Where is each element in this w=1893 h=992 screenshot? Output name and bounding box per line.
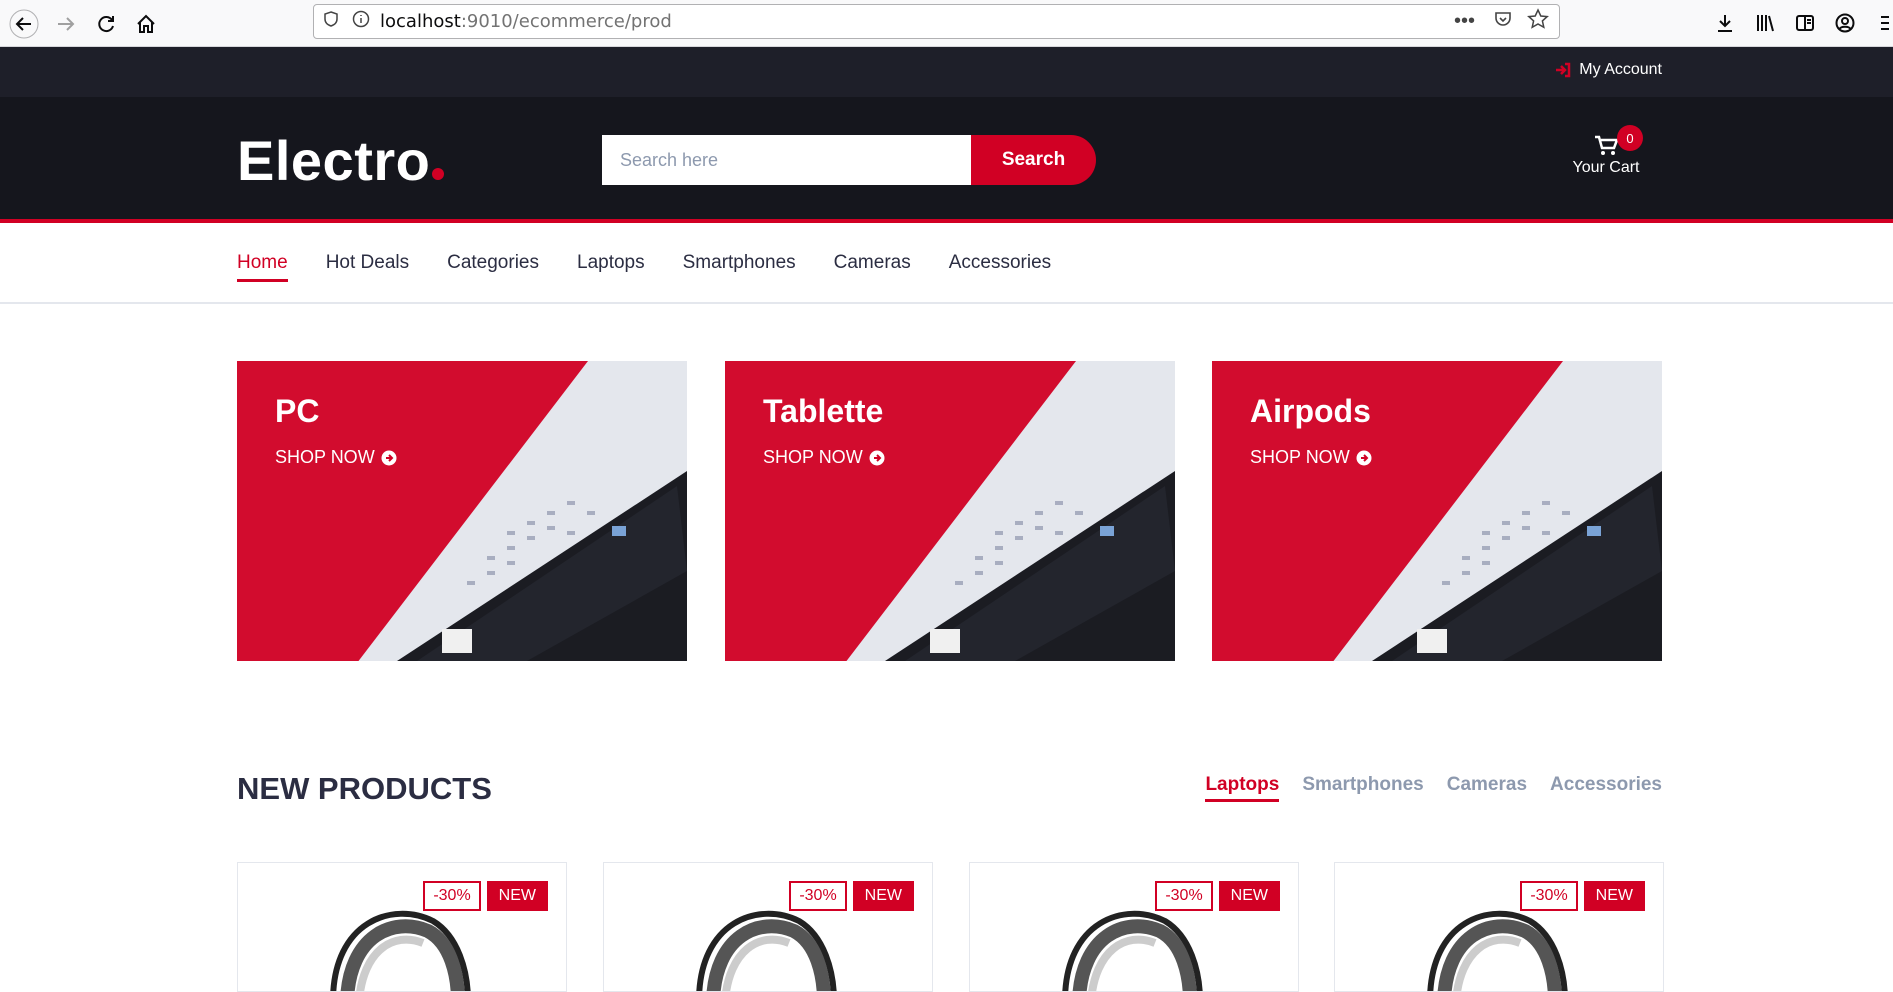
shop-now-label: SHOP NOW bbox=[275, 447, 375, 467]
home-button[interactable] bbox=[130, 8, 162, 40]
nav-item-categories[interactable]: Categories bbox=[447, 252, 539, 280]
nav-item-cameras[interactable]: Cameras bbox=[834, 252, 911, 280]
my-account-link[interactable]: My Account bbox=[1555, 61, 1662, 79]
search-button[interactable]: Search bbox=[971, 135, 1096, 185]
top-header: My Account bbox=[0, 47, 1893, 97]
new-badge: NEW bbox=[1218, 881, 1280, 911]
home-icon bbox=[137, 14, 155, 33]
back-button[interactable] bbox=[8, 8, 40, 40]
pocket-icon[interactable] bbox=[1493, 9, 1513, 34]
shop-now-link[interactable]: SHOP NOW bbox=[763, 447, 885, 468]
new-badge: NEW bbox=[1583, 881, 1645, 911]
main-navigation: Home Hot Deals Categories Laptops Smartp… bbox=[0, 223, 1893, 304]
forward-button[interactable] bbox=[50, 8, 82, 40]
arrow-circle-right-icon bbox=[381, 450, 397, 465]
address-bar[interactable]: localhost:9010/ecommerce/prod ••• bbox=[313, 4, 1560, 39]
sidebar-button[interactable] bbox=[1790, 8, 1820, 38]
main-header: Electro Search Your Cart 0 bbox=[0, 97, 1893, 223]
sale-badge: -30% bbox=[423, 881, 481, 911]
library-icon bbox=[1757, 15, 1774, 32]
sale-badge: -30% bbox=[1155, 881, 1213, 911]
account-button[interactable] bbox=[1830, 8, 1860, 38]
nav-list: Home Hot Deals Categories Laptops Smartp… bbox=[237, 252, 1051, 282]
product-labels: -30% NEW bbox=[1520, 881, 1645, 911]
product-card[interactable]: -30% NEW bbox=[969, 862, 1299, 992]
sale-badge: -30% bbox=[789, 881, 847, 911]
shop-now-label: SHOP NOW bbox=[763, 447, 863, 467]
shield-icon bbox=[322, 10, 340, 33]
section-tab-nav: Laptops Smartphones Cameras Accessories bbox=[1205, 774, 1662, 802]
nav-item-accessories[interactable]: Accessories bbox=[949, 252, 1051, 280]
more-actions-icon[interactable]: ••• bbox=[1454, 10, 1475, 33]
arrow-circle-right-icon bbox=[1356, 450, 1372, 465]
tab-smartphones[interactable]: Smartphones bbox=[1302, 774, 1423, 800]
sign-in-icon bbox=[1556, 62, 1571, 78]
download-icon bbox=[1718, 15, 1732, 32]
bookmark-star-icon[interactable] bbox=[1527, 8, 1549, 35]
tab-cameras[interactable]: Cameras bbox=[1447, 774, 1527, 800]
new-badge: NEW bbox=[852, 881, 914, 911]
nav-item-smartphones[interactable]: Smartphones bbox=[683, 252, 796, 280]
cart-link[interactable]: Your Cart 0 bbox=[1566, 125, 1646, 177]
product-labels: -30% NEW bbox=[789, 881, 914, 911]
nav-item-hot-deals[interactable]: Hot Deals bbox=[326, 252, 409, 280]
back-arrow-icon bbox=[9, 9, 39, 39]
browser-toolbar: localhost:9010/ecommerce/prod ••• bbox=[0, 0, 1893, 47]
logo[interactable]: Electro bbox=[237, 128, 445, 193]
banner-title: Airpods bbox=[1250, 393, 1371, 429]
arrow-circle-right-icon bbox=[869, 450, 885, 465]
reload-icon bbox=[98, 16, 114, 33]
profile-icon bbox=[1835, 13, 1855, 33]
library-button[interactable] bbox=[1750, 8, 1780, 38]
cart-count-badge: 0 bbox=[1617, 125, 1643, 151]
shop-now-label: SHOP NOW bbox=[1250, 447, 1350, 467]
tab-accessories[interactable]: Accessories bbox=[1550, 774, 1662, 800]
banner-title: PC bbox=[275, 393, 320, 429]
new-badge: NEW bbox=[486, 881, 548, 911]
menu-button[interactable] bbox=[1875, 8, 1893, 38]
sale-badge: -30% bbox=[1520, 881, 1578, 911]
tab-laptops[interactable]: Laptops bbox=[1205, 774, 1279, 802]
url-text: localhost:9010/ecommerce/prod bbox=[380, 11, 672, 32]
product-labels: -30% NEW bbox=[1155, 881, 1280, 911]
shop-banner-airpods[interactable]: Airpods SHOP NOW bbox=[1212, 361, 1662, 661]
shop-now-link[interactable]: SHOP NOW bbox=[275, 447, 397, 468]
section-title: NEW PRODUCTS bbox=[237, 771, 492, 806]
product-card[interactable]: -30% NEW bbox=[237, 862, 567, 992]
cart-label: Your Cart bbox=[1572, 159, 1640, 176]
shop-now-link[interactable]: SHOP NOW bbox=[1250, 447, 1372, 468]
shop-banner-pc[interactable]: PC SHOP NOW bbox=[237, 361, 687, 661]
hamburger-menu-icon bbox=[1881, 16, 1889, 30]
reload-button[interactable] bbox=[90, 8, 122, 40]
search-input[interactable] bbox=[602, 135, 971, 185]
search-form: Search bbox=[602, 135, 1096, 185]
forward-arrow-icon bbox=[58, 17, 75, 31]
my-account-label: My Account bbox=[1579, 61, 1662, 78]
downloads-button[interactable] bbox=[1710, 8, 1740, 38]
nav-item-laptops[interactable]: Laptops bbox=[577, 252, 645, 280]
product-card[interactable]: -30% NEW bbox=[1334, 862, 1664, 992]
info-icon bbox=[352, 10, 370, 33]
nav-item-home[interactable]: Home bbox=[237, 252, 288, 282]
banner-title: Tablette bbox=[763, 393, 884, 429]
shop-banner-tablette[interactable]: Tablette SHOP NOW bbox=[725, 361, 1175, 661]
product-card[interactable]: -30% NEW bbox=[603, 862, 933, 992]
product-labels: -30% NEW bbox=[423, 881, 548, 911]
shopping-cart-icon bbox=[1595, 135, 1618, 155]
sidebar-icon bbox=[1796, 15, 1814, 31]
logo-dot bbox=[432, 168, 445, 180]
